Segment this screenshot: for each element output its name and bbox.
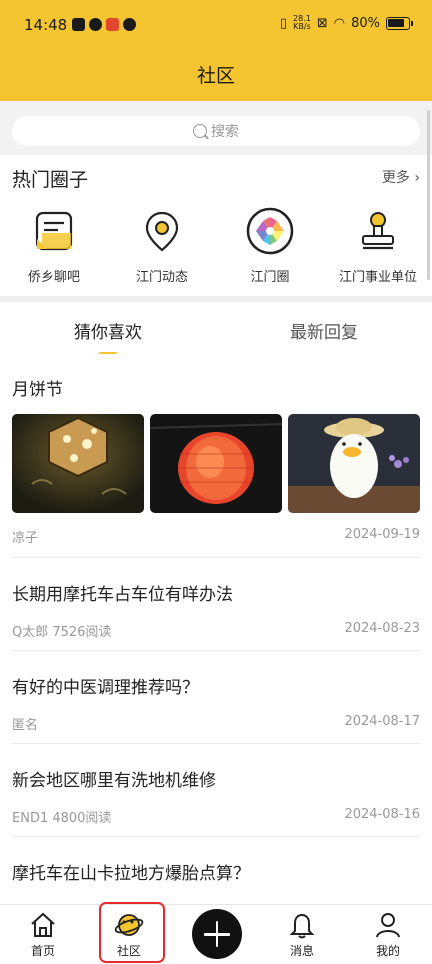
list-item[interactable]: 月饼节 凉子 2024-09-19: [12, 362, 420, 558]
notification-icons: [72, 18, 136, 31]
duck-lamp-image[interactable]: [288, 414, 420, 513]
list-item[interactable]: 新会地区哪里有洗地机维修 END1 4800阅读 2024-08-16: [12, 744, 420, 837]
feed-tabs: 猜你喜欢 最新回复: [0, 302, 432, 362]
tab-latest-replies[interactable]: 最新回复: [216, 302, 432, 362]
post-date: 2024-08-23: [344, 621, 420, 636]
post-title: 长期用摩托车占车位有咩办法: [12, 585, 233, 605]
list-item[interactable]: 长期用摩托车占车位有咩办法 Q太郎 7526阅读 2024-08-23: [12, 558, 420, 651]
sim-icon: ⊠: [316, 15, 328, 31]
circle-item-jiangmen-news[interactable]: 江门动态: [108, 207, 216, 285]
post-author: END1 4800阅读: [12, 811, 112, 826]
home-icon: [31, 912, 55, 937]
wifi-icon: ◠: [333, 15, 346, 31]
status-bar: 14:48 ▯ 28.1 KB/s ⊠ ◠ 80%: [0, 0, 432, 50]
active-tab-highlight: [99, 902, 165, 963]
vibrate-icon: ▯: [279, 15, 288, 31]
nav-label: 我的: [375, 944, 400, 958]
hot-circles-section: 热门圈子 更多 › 侨乡聊吧 江门动态 江门圈 江门事业单位: [0, 155, 432, 296]
top-bar: 14:48 ▯ 28.1 KB/s ⊠ ◠ 80% 社区: [0, 0, 432, 101]
battery-percent: 80%: [351, 15, 380, 31]
circle-label: 江门事业单位: [338, 270, 417, 285]
more-label: 更多: [381, 170, 410, 186]
stamp-icon: [354, 207, 402, 255]
search-icon: [193, 124, 207, 138]
circle-label: 江门圈: [250, 270, 290, 285]
lantern-red-image[interactable]: [150, 414, 282, 513]
camera-aperture-icon: [246, 207, 294, 255]
plus-icon[interactable]: [192, 909, 242, 959]
net-speed: 28.1 KB/s: [293, 14, 311, 31]
bell-icon: [289, 913, 315, 939]
battery-icon: [386, 16, 413, 30]
post-meta: END1 4800阅读 2024-08-16: [12, 807, 420, 826]
circle-item-jiangmen-institutions[interactable]: 江门事业单位: [324, 207, 432, 285]
hot-circles-heading: 热门圈子: [12, 169, 89, 191]
post-meta: Q太郎 7526阅读 2024-08-23: [12, 621, 420, 640]
post-title: 新会地区哪里有洗地机维修: [12, 771, 216, 791]
nav-profile[interactable]: 我的: [358, 911, 418, 959]
circle-label: 江门动态: [135, 270, 188, 285]
list-item[interactable]: 有好的中医调理推荐吗？ 匿名 2024-08-17: [12, 651, 420, 744]
scrollbar[interactable]: [427, 110, 430, 280]
cloud-icon: [89, 18, 102, 31]
app-badge-icon: [106, 18, 119, 31]
post-meta: 匿名 2024-08-17: [12, 714, 420, 733]
circle-item-qiaoxiang-chat[interactable]: 侨乡聊吧: [0, 207, 108, 285]
post-date: 2024-09-19: [344, 527, 420, 542]
post-meta: 凉子 2024-09-19: [12, 527, 420, 546]
lantern-hexagon-image[interactable]: [12, 414, 144, 513]
post-title: 月饼节: [12, 380, 63, 400]
post-title: 摩托车在山卡拉地方爆胎点算？: [12, 864, 250, 884]
bottom-nav: 首页 社区 消息 我的: [0, 904, 432, 964]
list-item[interactable]: 摩托车在山卡拉地方爆胎点算？: [12, 837, 420, 904]
search-section: 搜索: [0, 101, 432, 155]
location-pin-icon: [138, 207, 186, 255]
search-placeholder: 搜索: [211, 124, 239, 140]
chevron-right-icon: ›: [409, 170, 420, 186]
tab-recommended[interactable]: 猜你喜欢: [0, 302, 216, 362]
status-right: ▯ 28.1 KB/s ⊠ ◠ 80%: [279, 14, 413, 31]
post-author: Q太郎 7526阅读: [12, 625, 112, 640]
tiktok-icon: [72, 18, 85, 31]
search-input[interactable]: 搜索: [12, 116, 420, 146]
nav-label: 消息: [289, 944, 314, 958]
chat-note-icon: [30, 207, 78, 255]
post-author: 凉子: [12, 531, 39, 546]
page-title: 社区: [196, 65, 235, 87]
post-date: 2024-08-17: [344, 714, 420, 729]
circle-item-jiangmen-circle[interactable]: 江门圈: [216, 207, 324, 285]
nav-label: 首页: [30, 944, 55, 958]
post-date: 2024-08-16: [344, 807, 420, 822]
post-author: 匿名: [12, 718, 39, 733]
post-feed: 月饼节 凉子 2024-09-19 长期用摩托车占车位有咩办法 Q太郎 7526…: [0, 362, 432, 904]
nav-home[interactable]: 首页: [13, 911, 73, 959]
post-title: 有好的中医调理推荐吗？: [12, 678, 199, 698]
more-link[interactable]: 更多 ›: [382, 167, 420, 187]
status-time: 14:48: [24, 16, 68, 34]
user-icon: [376, 913, 400, 938]
circle-label: 侨乡聊吧: [27, 270, 80, 285]
link-icon: [123, 18, 136, 31]
nav-messages[interactable]: 消息: [272, 911, 332, 959]
post-images: [12, 414, 420, 513]
